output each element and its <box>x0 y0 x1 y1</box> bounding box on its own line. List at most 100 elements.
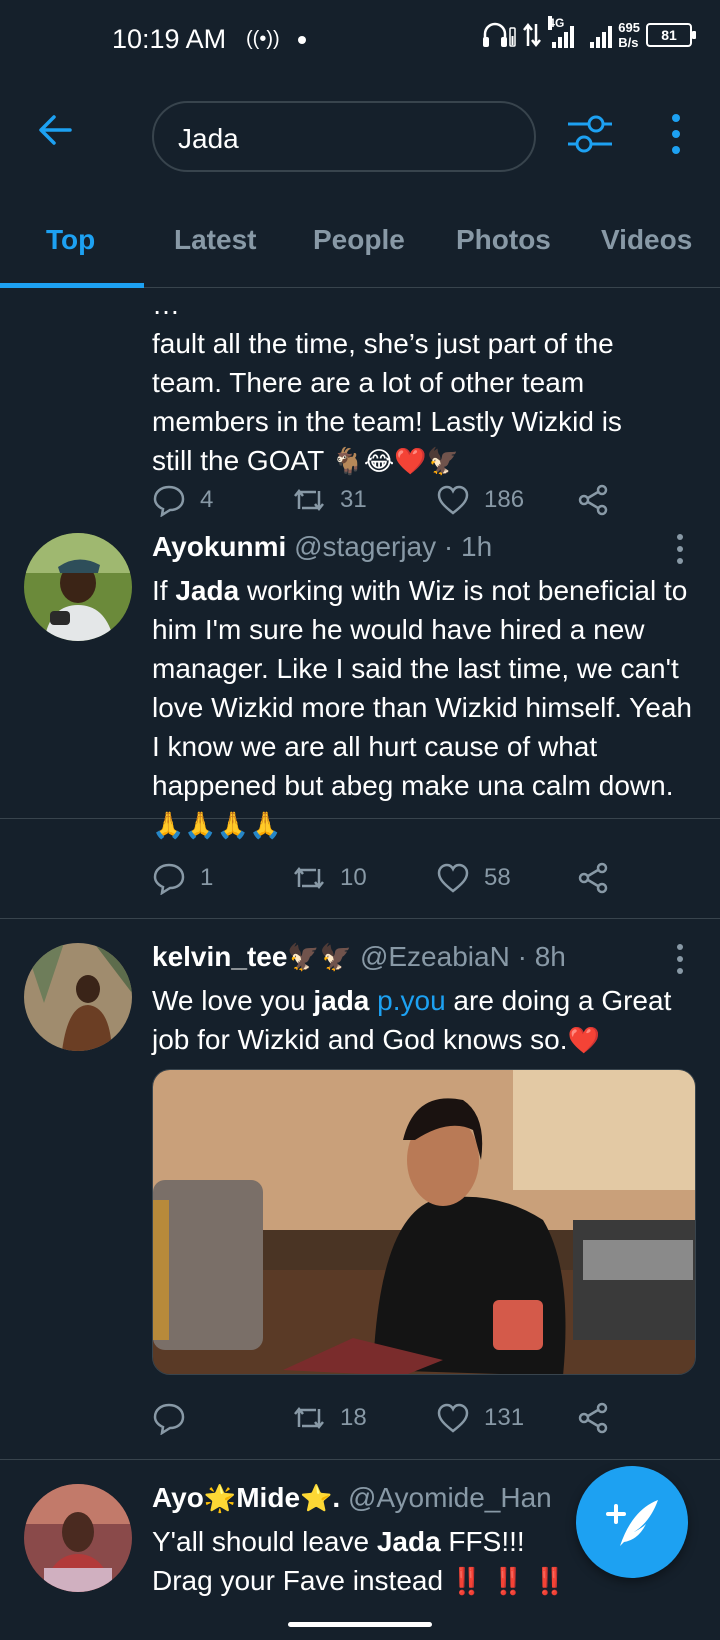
tweet-text-part: We love you <box>152 985 314 1016</box>
retweet-button[interactable]: 10 <box>292 861 367 895</box>
tweet-header: Ayo🌟Mide⭐. @Ayomide_Han <box>152 1482 552 1514</box>
back-arrow-icon[interactable] <box>34 108 78 152</box>
separator: · <box>509 941 535 972</box>
tweet[interactable]: kelvin_tee🦅🦅 @EzeabiaN · 8h We love you … <box>0 919 720 1460</box>
retweet-icon <box>294 866 324 890</box>
more-vertical-icon[interactable] <box>664 110 688 158</box>
tweet-emojis: 🙏🙏🙏🙏 <box>152 811 282 841</box>
author-handle[interactable]: @Ayomide_Han <box>348 1482 552 1513</box>
like-button[interactable]: 131 <box>436 1401 524 1435</box>
author-name[interactable]: Mide <box>236 1482 300 1513</box>
avatar[interactable] <box>24 533 132 641</box>
avatar-image <box>24 1484 132 1592</box>
author-handle[interactable]: @EzeabiaN <box>360 941 510 972</box>
tweet[interactable]: Ayokunmi @stagerjay · 1h If Jada working… <box>0 509 720 919</box>
search-input[interactable]: Jada <box>152 101 536 172</box>
compose-tweet-icon <box>606 1500 658 1546</box>
tab-videos[interactable]: Videos <box>601 224 692 256</box>
search-highlight: Jada <box>376 1526 441 1557</box>
tweet-text: We love you jada p.you are doing a Great… <box>152 981 700 1061</box>
tweet-more-icon[interactable] <box>672 531 688 567</box>
tweet-text-part: If <box>152 575 176 606</box>
status-right: 4G 695 B/s 81 <box>482 16 696 50</box>
tweet-text: … fault all the time, she’s just part of… <box>152 289 700 482</box>
reply-button[interactable]: 1 <box>152 861 213 895</box>
share-button[interactable] <box>576 1401 610 1435</box>
tweet-text-line: still the GOAT <box>152 445 332 476</box>
speed-unit: B/s <box>618 35 639 50</box>
author-name-emojis: 🦅🦅 <box>287 943 353 973</box>
reply-icon <box>153 863 185 895</box>
battery-level: 81 <box>661 27 677 43</box>
network-speed: 695 B/s <box>618 20 640 50</box>
author-name-emoji: ⭐ <box>300 1484 333 1514</box>
tweet-text-line: fault all the time, she’s just part of t… <box>152 328 614 359</box>
home-indicator[interactable] <box>288 1622 432 1627</box>
tweet-more-icon[interactable] <box>672 941 688 977</box>
search-value: Jada <box>178 123 239 154</box>
tweet-photo-image <box>153 1070 695 1374</box>
search-tabs: Top Latest People Photos Videos <box>0 206 720 288</box>
reply-count: 1 <box>200 864 214 891</box>
tweet-emojis: ❤️ <box>567 1026 600 1056</box>
share-icon <box>578 1402 608 1434</box>
filter-icon[interactable] <box>566 112 614 156</box>
retweet-button[interactable]: 18 <box>292 1401 367 1435</box>
tab-latest[interactable]: Latest <box>174 224 256 256</box>
search-header: Jada <box>0 80 720 190</box>
like-count: 131 <box>484 1404 525 1431</box>
headphones-battery-icon <box>483 22 517 47</box>
search-results-feed[interactable]: … fault all the time, she’s just part of… <box>0 289 720 1640</box>
tweet-actions: 1 10 58 <box>152 861 622 897</box>
tweet-time: 8h <box>534 941 566 972</box>
avatar[interactable] <box>24 943 132 1051</box>
tweet-photo[interactable] <box>152 1069 696 1375</box>
share-icon <box>578 862 608 894</box>
author-name[interactable]: Ayokunmi <box>152 531 286 562</box>
speed-value: 695 <box>618 20 640 35</box>
tweet-text: If Jada working with Wiz is not benefici… <box>152 571 700 846</box>
like-icon <box>437 1403 469 1433</box>
signal-4g-icon: 4G <box>548 16 584 48</box>
active-tab-indicator <box>0 283 144 288</box>
data-transfer-icon <box>523 22 542 48</box>
tweet-text-part: Drag your Fave instead <box>152 1565 451 1596</box>
author-name: . <box>332 1482 341 1513</box>
tweet-emojis: 🐐😂❤️🦅 <box>331 447 459 477</box>
tweet-time: 1h <box>461 531 493 562</box>
tweet-header: Ayokunmi @stagerjay · 1h <box>152 531 492 563</box>
status-bar: 10:19 AM ((•)) 4G 695 B/s 81 <box>0 0 720 80</box>
compose-tweet-button[interactable] <box>576 1466 688 1578</box>
tab-photos[interactable]: Photos <box>456 224 551 256</box>
retweet-count: 10 <box>340 864 367 891</box>
like-icon <box>437 863 469 893</box>
search-highlight: jada <box>313 985 370 1016</box>
tab-people[interactable]: People <box>313 224 405 256</box>
author-handle[interactable]: @stagerjay <box>294 531 436 562</box>
hotspot-icon: ((•)) <box>246 28 280 50</box>
author-name[interactable]: Ayo <box>152 1482 204 1513</box>
like-button[interactable]: 58 <box>436 861 511 895</box>
avatar[interactable] <box>24 1484 132 1592</box>
avatar-image <box>24 533 132 641</box>
tweet-header: kelvin_tee🦅🦅 @EzeabiaN · 8h <box>152 941 566 973</box>
tweet-actions: 18 131 <box>152 1401 622 1437</box>
search-highlight: Jada <box>175 575 240 606</box>
author-name[interactable]: kelvin_tee <box>152 941 287 972</box>
tweet-text-part: Y'all should leave <box>152 1526 377 1557</box>
tweet-text-part: FFS!!! <box>440 1526 525 1557</box>
tweet-emojis: ‼️ ‼️ ‼️ <box>450 1567 567 1597</box>
reply-icon <box>153 1403 185 1435</box>
share-button[interactable] <box>576 861 610 895</box>
notification-dot-icon <box>298 36 306 44</box>
signal-icon <box>590 22 613 48</box>
reply-button[interactable] <box>152 1401 200 1435</box>
avatar-image <box>24 943 132 1051</box>
like-count: 58 <box>484 864 511 891</box>
network-type: 4G <box>548 16 565 30</box>
tweet-text-line: members in the team! Lastly Wizkid is <box>152 406 622 437</box>
tweet-link[interactable]: p.you <box>377 985 446 1016</box>
status-time: 10:19 AM <box>112 24 227 54</box>
tweet-text-part: working with Wiz is not beneficial to hi… <box>152 575 692 801</box>
tab-top[interactable]: Top <box>46 224 95 256</box>
